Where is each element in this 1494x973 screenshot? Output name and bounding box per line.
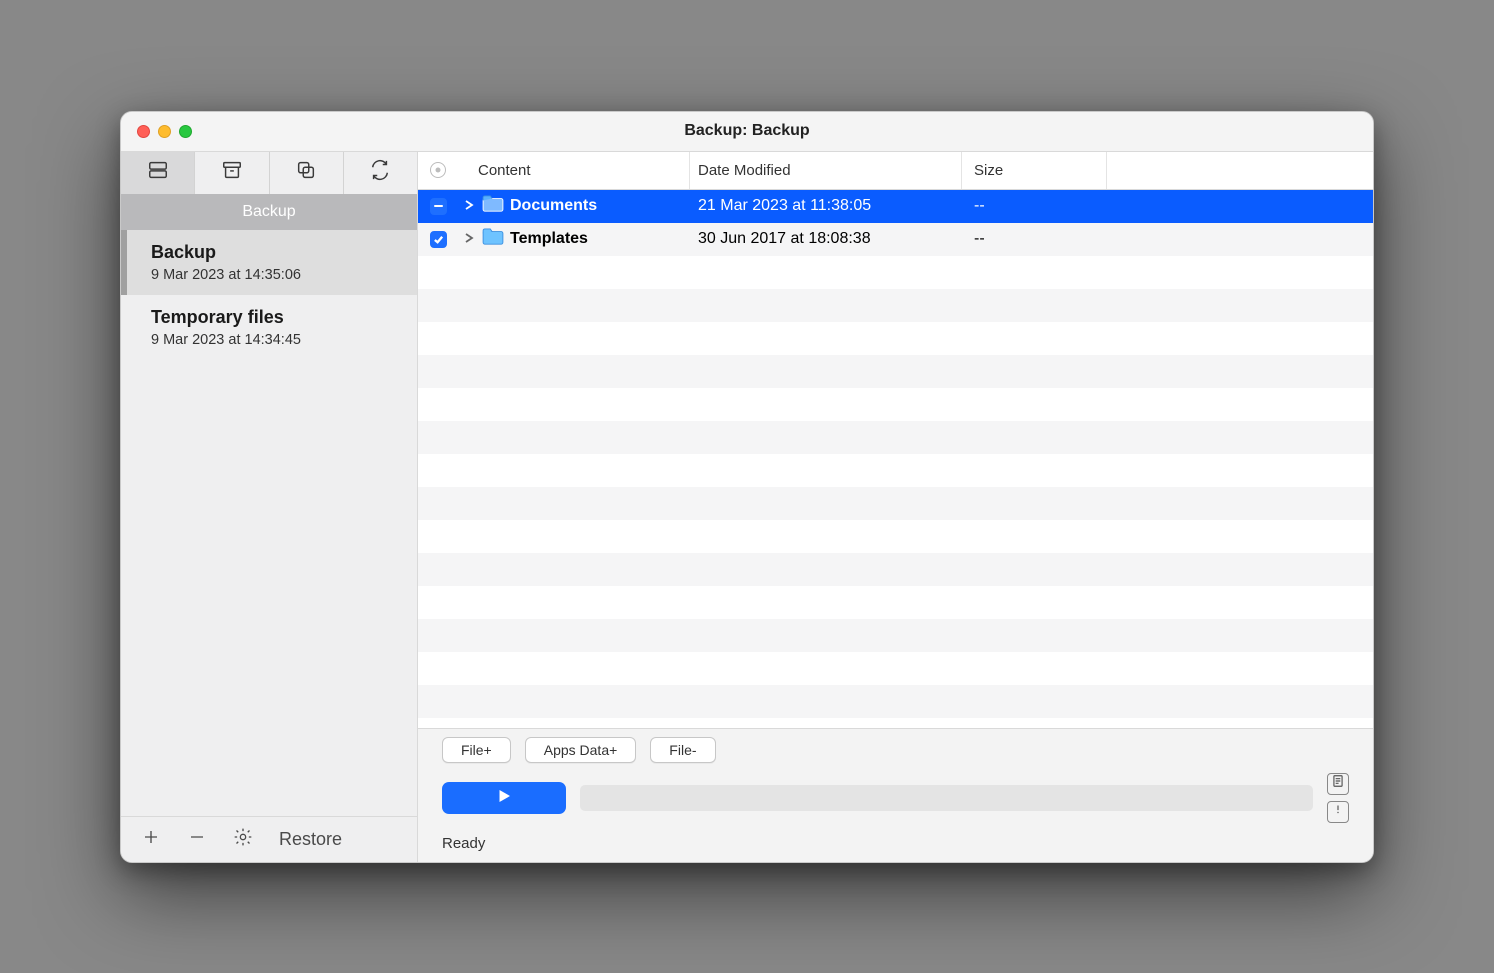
minimize-window-button[interactable]	[158, 125, 171, 138]
row-name: Templates	[510, 230, 588, 248]
minus-icon	[188, 828, 206, 851]
sync-icon	[369, 159, 391, 186]
window-title: Backup: Backup	[121, 122, 1373, 140]
row-date: 30 Jun 2017 at 18:08:38	[690, 230, 962, 248]
restore-button[interactable]: Restore	[279, 829, 342, 850]
archive-icon	[221, 159, 243, 186]
empty-row	[418, 652, 1373, 685]
row-name: Documents	[510, 197, 597, 215]
app-window: Backup: Backup	[120, 111, 1374, 863]
folder-icon	[482, 228, 504, 251]
content-pane: Content Date Modified Size	[418, 152, 1373, 862]
file-action-buttons: File+ Apps Data+ File-	[442, 737, 1349, 763]
row-checkbox[interactable]	[430, 198, 447, 215]
sidebar-section-header: Backup	[121, 194, 417, 230]
column-header-date[interactable]: Date Modified	[690, 152, 962, 189]
sidebar-item-title: Temporary files	[151, 307, 397, 328]
sidebar-item-subtitle: 9 Mar 2023 at 14:34:45	[151, 332, 397, 348]
sidebar-list: Backup 9 Mar 2023 at 14:35:06 Temporary …	[121, 230, 417, 816]
row-size: --	[962, 230, 1107, 248]
disclosure-toggle[interactable]	[462, 230, 476, 248]
gear-icon	[233, 827, 253, 852]
document-icon	[1331, 774, 1345, 793]
sidebar-item-temporary-files[interactable]: Temporary files 9 Mar 2023 at 14:34:45	[121, 295, 417, 360]
backup-icon	[147, 159, 169, 186]
action-bar: File+ Apps Data+ File-	[418, 728, 1373, 862]
file-rows: Documents 21 Mar 2023 at 11:38:05 --	[418, 190, 1373, 728]
empty-row	[418, 553, 1373, 586]
empty-row	[418, 355, 1373, 388]
warnings-button[interactable]	[1327, 801, 1349, 823]
table-row[interactable]: Templates 30 Jun 2017 at 18:08:38 --	[418, 223, 1373, 256]
titlebar: Backup: Backup	[121, 112, 1373, 152]
zoom-window-button[interactable]	[179, 125, 192, 138]
clone-icon	[295, 159, 317, 186]
row-checkbox[interactable]	[430, 231, 447, 248]
log-button[interactable]	[1327, 773, 1349, 795]
progress-bar	[580, 785, 1313, 811]
column-header-target[interactable]	[418, 162, 458, 178]
sidebar-item-title: Backup	[151, 242, 397, 263]
target-icon	[430, 162, 446, 178]
empty-row	[418, 487, 1373, 520]
chevron-right-icon	[464, 197, 474, 215]
empty-row	[418, 322, 1373, 355]
sidebar-tab-archive[interactable]	[195, 152, 269, 194]
sidebar-tabs	[121, 152, 417, 194]
plus-icon	[142, 828, 160, 851]
alert-icon	[1331, 802, 1345, 821]
empty-row	[418, 619, 1373, 652]
sidebar-tab-sync[interactable]	[344, 152, 417, 194]
sidebar-tab-clone[interactable]	[270, 152, 344, 194]
empty-row	[418, 454, 1373, 487]
row-size: --	[962, 197, 1107, 215]
empty-row	[418, 256, 1373, 289]
row-date: 21 Mar 2023 at 11:38:05	[690, 197, 962, 215]
remove-button[interactable]	[183, 825, 211, 853]
file-minus-button[interactable]: File-	[650, 737, 715, 763]
status-text: Ready	[442, 835, 1349, 852]
folder-icon	[482, 195, 504, 218]
settings-button[interactable]	[229, 825, 257, 853]
apps-data-plus-button[interactable]: Apps Data+	[525, 737, 637, 763]
disclosure-toggle[interactable]	[462, 197, 476, 215]
sidebar-item-subtitle: 9 Mar 2023 at 14:35:06	[151, 267, 397, 283]
empty-row	[418, 520, 1373, 553]
run-button[interactable]	[442, 782, 566, 814]
column-header-row: Content Date Modified Size	[418, 152, 1373, 190]
sidebar-footer: Restore	[121, 816, 417, 862]
empty-row	[418, 685, 1373, 718]
play-icon	[495, 787, 513, 808]
sidebar: Backup Backup 9 Mar 2023 at 14:35:06 Tem…	[121, 152, 418, 862]
add-button[interactable]	[137, 825, 165, 853]
window-controls	[121, 125, 192, 138]
empty-row	[418, 421, 1373, 454]
column-header-size[interactable]: Size	[962, 152, 1107, 189]
empty-row	[418, 289, 1373, 322]
empty-row	[418, 388, 1373, 421]
table-row[interactable]: Documents 21 Mar 2023 at 11:38:05 --	[418, 190, 1373, 223]
sidebar-tab-backup[interactable]	[121, 152, 195, 194]
sidebar-item-backup[interactable]: Backup 9 Mar 2023 at 14:35:06	[121, 230, 417, 295]
column-header-content[interactable]: Content	[458, 152, 690, 189]
chevron-right-icon	[464, 230, 474, 248]
empty-row	[418, 586, 1373, 619]
file-plus-button[interactable]: File+	[442, 737, 511, 763]
close-window-button[interactable]	[137, 125, 150, 138]
